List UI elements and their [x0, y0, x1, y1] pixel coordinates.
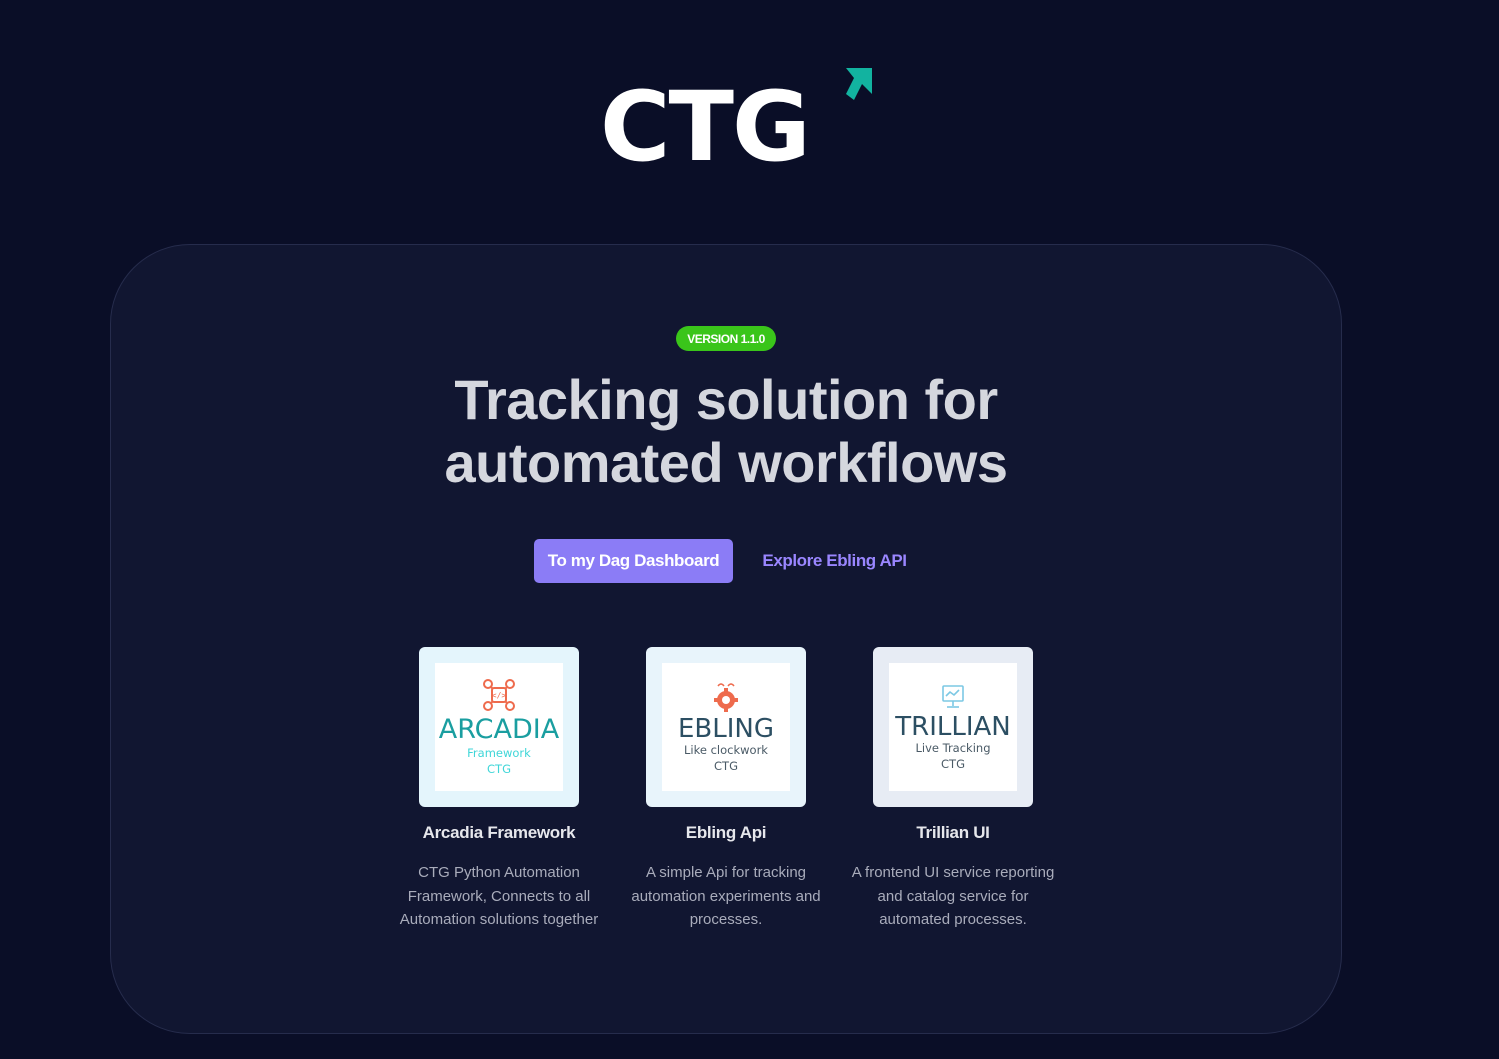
feature-description: A simple Api for tracking automation exp…: [631, 864, 821, 928]
ebling-logo-sub1: Like clockwork: [684, 743, 768, 757]
trillian-logo-card[interactable]: TRILLIAN Live Tracking CTG: [873, 647, 1033, 807]
trillian-logo-sub2: CTG: [941, 757, 965, 771]
trillian-logo-word: TRILLIAN: [895, 712, 1011, 742]
feature-title: Ebling Api: [685, 823, 767, 842]
arrow-accent-icon: [846, 68, 872, 100]
trillian-logo-sub1: Live Tracking: [915, 741, 991, 755]
ebling-logo-word: EBLING: [677, 714, 774, 744]
feature-description: A frontend UI service reporting and cata…: [851, 864, 1055, 928]
ebling-logo-image: EBLING Like clockwork CTG: [662, 663, 790, 791]
feature-ebling: EBLING Like clockwork CTG Ebling Api A s…: [616, 647, 836, 932]
network-code-icon: </>: [483, 678, 515, 711]
trillian-logo-image: TRILLIAN Live Tracking CTG: [889, 663, 1017, 791]
feature-title: Arcadia Framework: [422, 823, 576, 842]
hero-title-line1: Tracking solution for: [454, 368, 998, 431]
version-badge: VERSION 1.1.0: [676, 326, 776, 351]
arcadia-logo-image: </> ARCADIA Framework CTG: [435, 663, 563, 791]
gear-brain-icon: [714, 683, 738, 712]
ebling-logo-sub2: CTG: [714, 759, 738, 773]
hero-title-line2: automated workflows: [444, 431, 1008, 494]
feature-title: Trillian UI: [916, 823, 990, 842]
hero-title: Tracking solution for automated workflow…: [340, 368, 1112, 494]
arcadia-logo-sub2: CTG: [487, 761, 511, 776]
arcadia-logo-sub1: Framework: [467, 745, 531, 760]
brand-logo[interactable]: CTG: [600, 66, 880, 166]
ebling-logo-card[interactable]: EBLING Like clockwork CTG: [646, 647, 806, 807]
logo-text: CTG: [600, 71, 809, 166]
dag-dashboard-button[interactable]: To my Dag Dashboard: [534, 539, 733, 583]
arcadia-logo-card[interactable]: </> ARCADIA Framework CTG: [419, 647, 579, 807]
monitor-icon: [942, 685, 964, 708]
feature-trillian: TRILLIAN Live Tracking CTG Trillian UI A…: [843, 647, 1063, 932]
arcadia-logo-word: ARCADIA: [438, 713, 560, 745]
feature-arcadia: </> ARCADIA Framework CTG Arcadia Framew…: [389, 647, 609, 932]
feature-description: CTG Python Automation Framework, Connect…: [399, 864, 599, 928]
svg-text:</>: </>: [492, 691, 507, 700]
explore-ebling-api-link[interactable]: Explore Ebling API: [752, 539, 917, 583]
ctg-logo-icon: CTG: [600, 68, 872, 166]
